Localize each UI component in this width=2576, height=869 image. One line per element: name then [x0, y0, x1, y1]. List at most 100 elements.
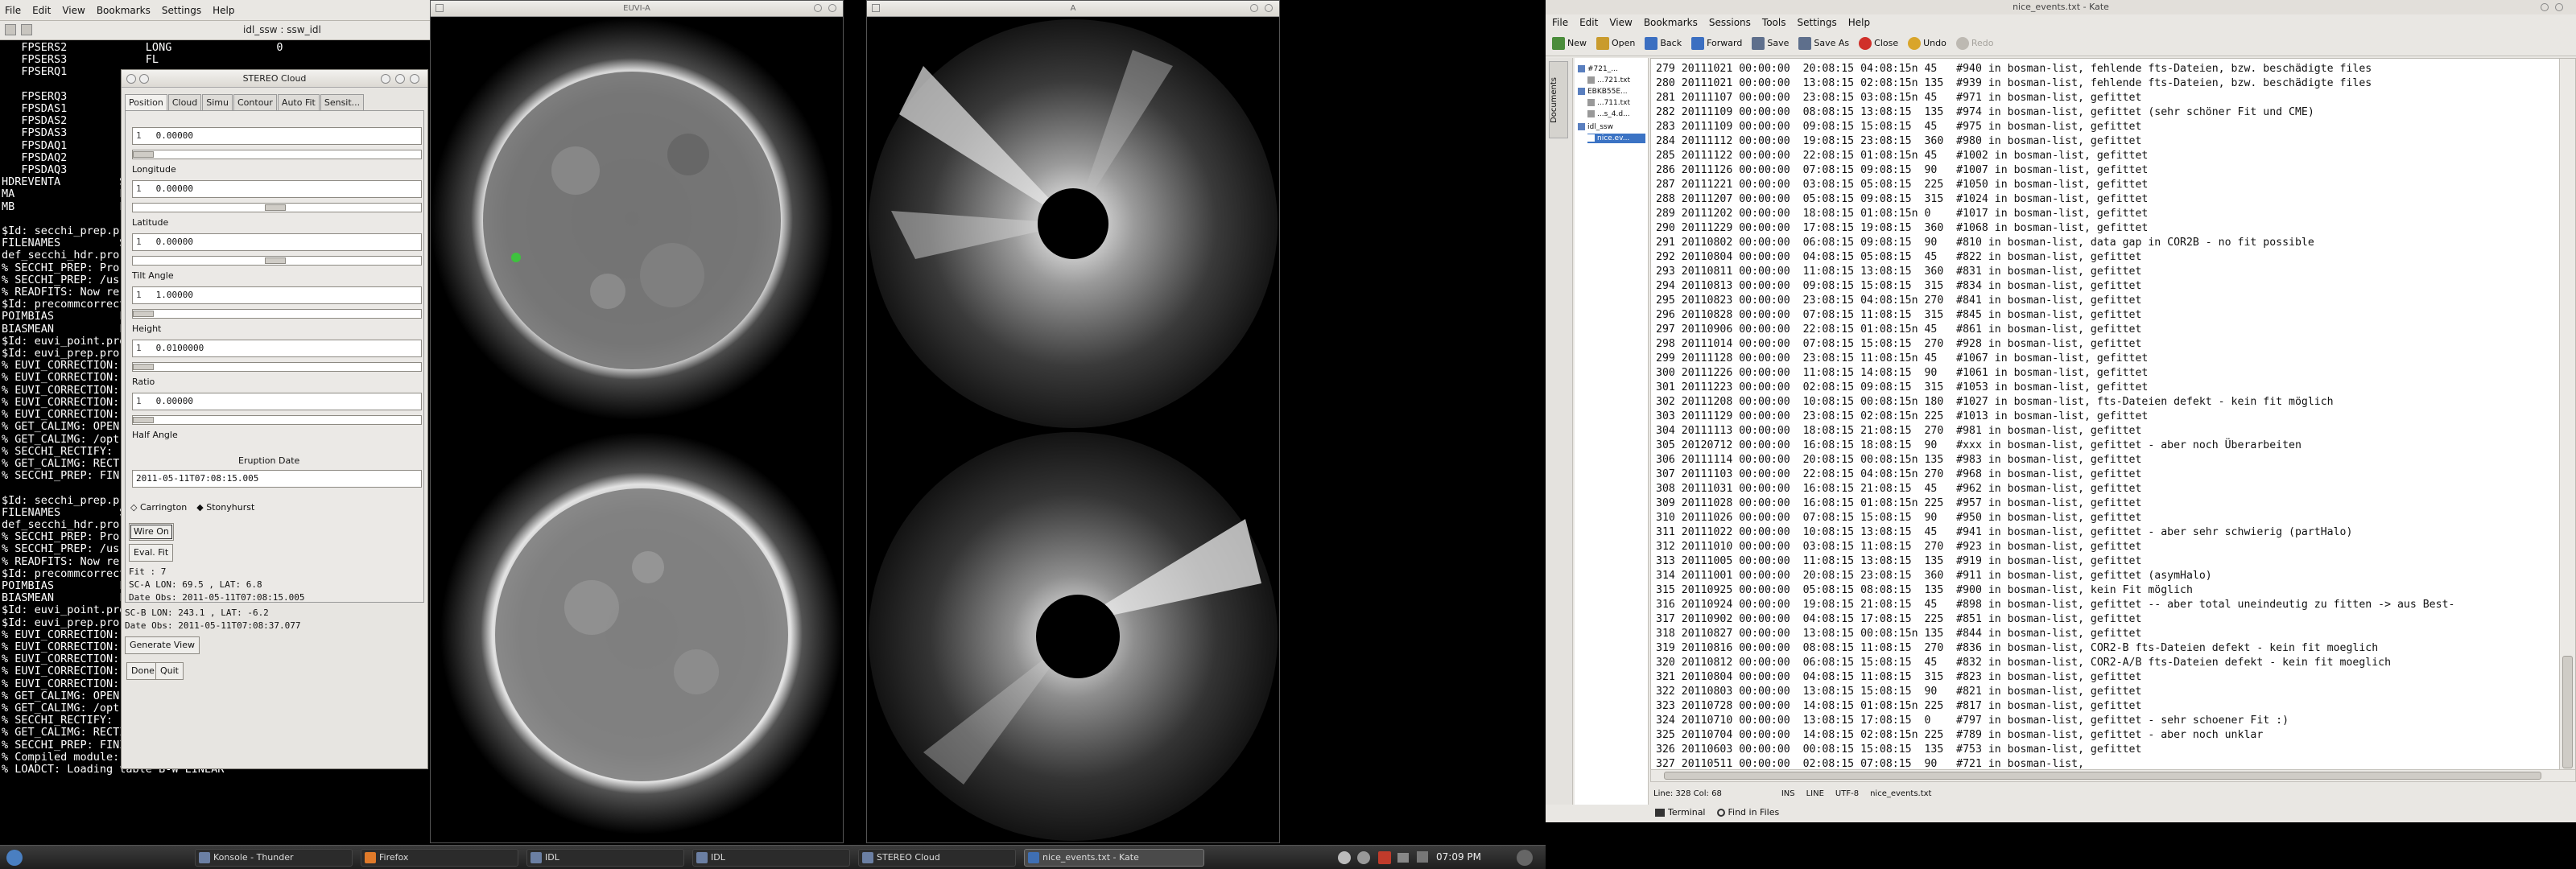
idl-menu-view[interactable]: View [62, 5, 85, 16]
undo-button[interactable]: Undo [1905, 33, 1950, 54]
tab-position[interactable]: Position [125, 94, 167, 110]
minimize-icon[interactable] [2541, 3, 2549, 11]
cor2-a-image[interactable] [867, 18, 1279, 430]
minimize-icon[interactable] [814, 4, 822, 12]
wire-on-button[interactable]: Wire On [129, 523, 174, 541]
stonyhurst-radio[interactable]: ◆ Stonyhurst [196, 502, 254, 513]
longitude-slider[interactable] [132, 203, 422, 212]
cor2-b-image[interactable] [867, 430, 1279, 842]
carrington-radio[interactable]: ◇ Carrington [130, 502, 187, 513]
close-document-button[interactable]: Close [1856, 33, 1901, 54]
window-menu-icon[interactable] [126, 74, 136, 84]
window-menu-icon[interactable] [436, 4, 444, 12]
euvi-a-image[interactable] [431, 18, 843, 430]
kate-menu-bookmarks[interactable]: Bookmarks [1644, 17, 1698, 28]
stereo-cloud-titlebar[interactable]: STEREO Cloud [122, 70, 427, 88]
selection-mode[interactable]: LINE [1806, 789, 1824, 798]
kate-menu-help[interactable]: Help [1848, 17, 1870, 28]
quit-button[interactable]: Quit [155, 662, 184, 680]
tilt-angle-slider[interactable] [132, 309, 422, 319]
latitude-field[interactable]: 1 0.00000 [132, 233, 422, 251]
tree-item[interactable]: EBKB55E... [1578, 87, 1628, 97]
idl-menu-file[interactable]: File [5, 5, 21, 16]
forward-button[interactable]: Forward [1688, 33, 1745, 54]
ratio-slider[interactable] [132, 415, 422, 425]
desktop-toolbox-icon[interactable] [1517, 850, 1533, 866]
eruption-date-field[interactable]: 2011-05-11T07:08:15.005 [132, 470, 422, 488]
back-button[interactable]: Back [1641, 33, 1685, 54]
documents-sidebar-tab[interactable]: Documents [1549, 61, 1568, 138]
vertical-scrollbar[interactable] [2559, 59, 2575, 781]
editor-text[interactable]: 279 20111021 00:00:00 20:08:15 04:08:15n… [1651, 62, 2561, 778]
new-button[interactable]: New [1549, 33, 1590, 54]
split-view-icon[interactable] [21, 24, 32, 35]
close-icon[interactable] [410, 74, 419, 84]
open-button[interactable]: Open [1593, 33, 1638, 54]
euvi-b-image[interactable] [431, 430, 843, 842]
kate-menu-view[interactable]: View [1609, 17, 1632, 28]
latitude-slider[interactable] [132, 256, 422, 266]
horizontal-scrollbar-thumb[interactable] [1664, 772, 2541, 780]
taskbar-item-firefox[interactable]: Firefox [361, 849, 518, 867]
tree-item[interactable]: ...s_4.d... [1587, 109, 1630, 119]
help-icon[interactable] [381, 74, 390, 84]
euvi-window-titlebar[interactable]: EUVI-A [431, 1, 843, 17]
taskbar-clock[interactable]: 07:09 PM [1436, 851, 1481, 863]
kate-menu-sessions[interactable]: Sessions [1709, 17, 1751, 28]
close-icon[interactable] [1265, 4, 1273, 12]
encoding[interactable]: UTF-8 [1835, 789, 1859, 798]
tree-item[interactable]: #721_... [1578, 64, 1618, 74]
volume-tray-icon[interactable] [1357, 851, 1370, 864]
kate-editor[interactable]: 279 20111021 00:00:00 20:08:15 04:08:15n… [1650, 58, 2576, 782]
taskbar-item-kate[interactable]: nice_events.txt - Kate [1024, 849, 1204, 867]
idl-menu-edit[interactable]: Edit [32, 5, 51, 16]
tree-item[interactable]: idl_ssw [1578, 122, 1613, 132]
redo-button[interactable]: Redo [1953, 33, 1997, 54]
tree-item[interactable]: ...711.txt [1587, 98, 1630, 108]
minimize-icon[interactable] [395, 74, 405, 84]
info-tray-icon[interactable] [1338, 851, 1351, 864]
tree-item-selected[interactable]: nice.ev... [1587, 134, 1645, 143]
eval-fit-button[interactable]: Eval. Fit [129, 544, 174, 562]
kate-menu-file[interactable]: File [1552, 17, 1568, 28]
height-slider[interactable] [132, 362, 422, 372]
first-value-slider[interactable] [132, 150, 422, 159]
done-button[interactable]: Done [126, 662, 159, 680]
taskbar-item-idl-2[interactable]: IDL [692, 849, 850, 867]
generate-view-button[interactable]: Generate View [125, 636, 200, 654]
horizontal-scrollbar[interactable] [1650, 769, 2576, 782]
tree-item[interactable]: ...721.txt [1587, 76, 1630, 85]
taskbar-item-stereo-cloud[interactable]: STEREO Cloud [858, 849, 1016, 867]
tab-simu[interactable]: Simu [202, 94, 233, 110]
idl-menu-help[interactable]: Help [213, 5, 234, 16]
longitude-field[interactable]: 1 0.00000 [132, 180, 422, 198]
height-field[interactable]: 1 0.0100000 [132, 340, 422, 357]
kate-menu-tools[interactable]: Tools [1762, 17, 1786, 28]
new-tab-icon[interactable] [5, 24, 16, 35]
window-menu-icon[interactable] [872, 4, 880, 12]
close-icon[interactable] [828, 4, 836, 12]
kate-titlebar[interactable]: nice_events.txt - Kate [1546, 0, 2576, 14]
app-launcher-icon[interactable] [6, 850, 23, 866]
cor-window-titlebar[interactable]: A [867, 1, 1279, 17]
pin-icon[interactable] [139, 74, 149, 84]
kate-menu-settings[interactable]: Settings [1797, 17, 1836, 28]
idl-menu-settings[interactable]: Settings [162, 5, 201, 16]
tab-sensitivity[interactable]: Sensit... [320, 94, 365, 110]
ratio-field[interactable]: 1 0.00000 [132, 393, 422, 410]
insert-mode[interactable]: INS [1781, 789, 1795, 798]
minimize-icon[interactable] [1250, 4, 1258, 12]
tab-contour[interactable]: Contour [233, 94, 277, 110]
terminal-tool-button[interactable]: Terminal [1655, 807, 1706, 818]
save-as-button[interactable]: Save As [1795, 33, 1852, 54]
network-tray-icon[interactable] [1397, 853, 1409, 863]
find-in-files-button[interactable]: Find in Files [1716, 807, 1779, 818]
notification-tray-icon[interactable] [1378, 851, 1391, 864]
idl-menu-bookmarks[interactable]: Bookmarks [97, 5, 151, 16]
save-button[interactable]: Save [1748, 33, 1792, 54]
close-icon[interactable] [2555, 3, 2563, 11]
first-value-field[interactable]: 1 0.00000 [132, 127, 422, 145]
terminal-tab-title[interactable]: idl_ssw : ssw_idl [243, 24, 321, 35]
taskbar-item-konsole[interactable]: Konsole - Thunder [195, 849, 353, 867]
battery-tray-icon[interactable] [1417, 851, 1428, 863]
